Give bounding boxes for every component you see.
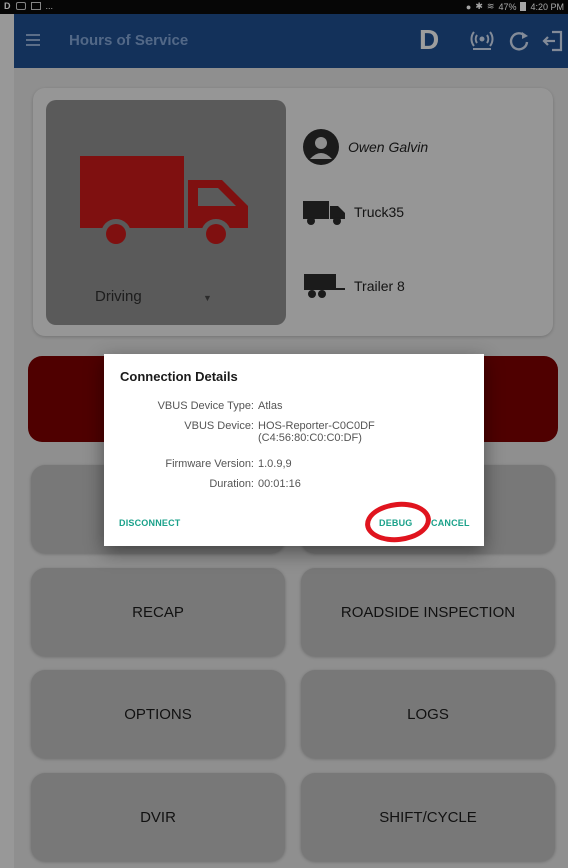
device-type-value: Atlas <box>258 400 283 412</box>
cancel-button[interactable]: CANCEL <box>431 518 470 528</box>
device-mac: (C4:56:80:C0:C0:DF) <box>258 432 362 444</box>
disconnect-button[interactable]: DISCONNECT <box>119 518 181 528</box>
dialog-title: Connection Details <box>120 369 238 384</box>
firmware-value: 1.0.9,9 <box>258 458 292 470</box>
firmware-label: Firmware Version: <box>165 458 254 470</box>
device-label: VBUS Device: <box>184 420 254 432</box>
device-type-label: VBUS Device Type: <box>157 400 254 412</box>
duration-label: Duration: <box>209 478 254 490</box>
device-value: HOS-Reporter-C0C0DF <box>258 420 375 432</box>
duration-value: 00:01:16 <box>258 478 301 490</box>
